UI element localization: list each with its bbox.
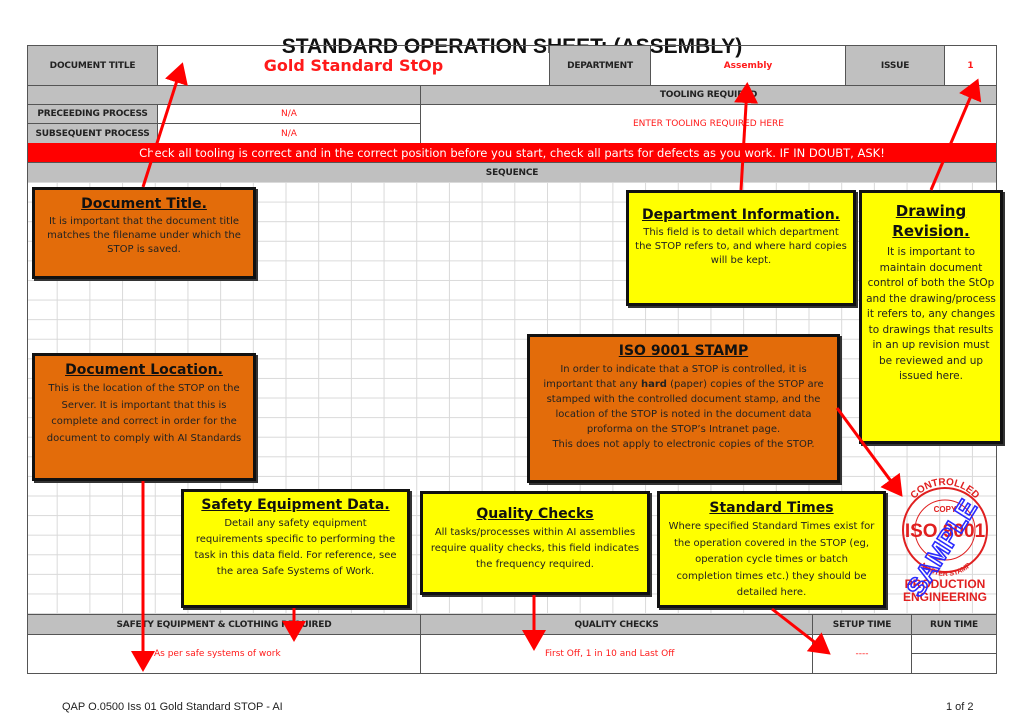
quality-checks-header: QUALITY CHECKS — [420, 614, 813, 635]
callout-safety-equipment: Safety Equipment Data. Detail any safety… — [181, 489, 410, 608]
run-time-field-2[interactable] — [911, 653, 997, 674]
tooling-required-header: TOOLING REQUIRED — [420, 85, 997, 105]
process-header-blank — [27, 85, 421, 105]
issue-label: ISSUE — [845, 45, 945, 86]
run-time-header: RUN TIME — [911, 614, 997, 635]
iso-body-last: This does not apply to electronic copies… — [552, 439, 815, 450]
callout-document-location-body: This is the location of the STOP on the … — [46, 383, 242, 444]
callout-document-location-heading: Document Location. — [65, 362, 223, 378]
iso-body-bold: hard — [641, 379, 667, 390]
callout-quality-checks: Quality Checks All tasks/processes withi… — [420, 491, 650, 595]
callout-document-title: Document Title. It is important that the… — [32, 187, 256, 279]
callout-drawing-revision-heading: Drawing Revision. — [892, 202, 970, 240]
sequence-header: SEQUENCE — [27, 162, 997, 183]
department-label: DEPARTMENT — [549, 45, 651, 86]
callout-safety-equipment-heading: Safety Equipment Data. — [201, 497, 390, 513]
callout-department-info: Department Information. This field is to… — [626, 190, 856, 306]
safety-equipment-header: SAFETY EQUIPMENT & CLOTHING REQUIRED — [27, 614, 421, 635]
callout-department-info-body: This field is to detail which department… — [635, 227, 847, 266]
callout-quality-checks-body: All tasks/processes within AI assemblies… — [430, 527, 640, 570]
preceeding-process-field[interactable]: N/A — [157, 104, 421, 124]
document-title-field[interactable]: Gold Standard StOp — [157, 45, 550, 86]
callout-standard-times: Standard Times Where specified Standard … — [657, 491, 886, 608]
warning-banner: Check all tooling is correct and in the … — [27, 143, 997, 163]
footer-page-number: 1 of 2 — [946, 701, 974, 713]
preceeding-process-label: PRECEEDING PROCESS — [27, 104, 158, 124]
callout-drawing-revision-body: It is important to maintain document con… — [866, 246, 996, 382]
run-time-field[interactable] — [911, 634, 997, 654]
callout-drawing-revision: Drawing Revision. It is important to mai… — [859, 190, 1003, 444]
callout-standard-times-heading: Standard Times — [709, 500, 834, 516]
tooling-required-field[interactable]: ENTER TOOLING REQUIRED HERE — [420, 104, 997, 144]
callout-department-info-heading: Department Information. — [641, 207, 841, 223]
subsequent-process-field[interactable]: N/A — [157, 123, 421, 144]
callout-iso-stamp-body: In order to indicate that a STOP is cont… — [536, 362, 831, 452]
callout-document-title-body: It is important that the document title … — [47, 216, 241, 255]
callout-safety-equipment-body: Detail any safety equipment requirements… — [194, 518, 397, 577]
department-field[interactable]: Assembly — [650, 45, 846, 86]
callout-document-title-heading: Document Title. — [81, 196, 207, 212]
setup-time-field[interactable]: ---- — [812, 634, 912, 674]
quality-checks-field[interactable]: First Off, 1 in 10 and Last Off — [420, 634, 813, 674]
setup-time-header: SETUP TIME — [812, 614, 912, 635]
callout-quality-checks-heading: Quality Checks — [476, 506, 594, 522]
callout-standard-times-body: Where specified Standard Times exist for… — [668, 521, 875, 598]
document-title-label: DOCUMENT TITLE — [27, 45, 158, 86]
footer-doc-ref: QAP O.0500 Iss 01 Gold Standard STOP - A… — [62, 701, 283, 713]
safety-equipment-field[interactable]: As per safe systems of work — [27, 634, 421, 674]
callout-iso-stamp: ISO 9001 STAMP In order to indicate that… — [527, 334, 840, 483]
callout-document-location: Document Location. This is the location … — [32, 353, 256, 481]
callout-iso-stamp-heading: ISO 9001 STAMP — [618, 343, 749, 359]
issue-field[interactable]: 1 — [944, 45, 997, 86]
subsequent-process-label: SUBSEQUENT PROCESS — [27, 123, 158, 144]
